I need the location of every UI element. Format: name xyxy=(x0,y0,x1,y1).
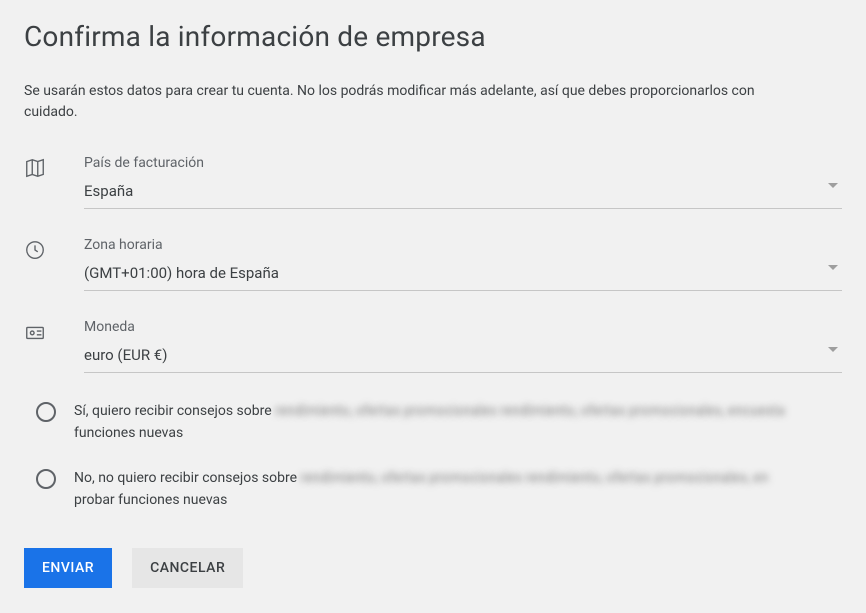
page-subtitle: Se usarán estos datos para crear tu cuen… xyxy=(24,81,804,123)
chevron-down-icon xyxy=(828,183,838,188)
radio-no[interactable]: No, no quiero recibir consejos sobre ren… xyxy=(36,468,842,511)
timezone-value: (GMT+01:00) hora de España xyxy=(84,264,279,282)
currency-label: Moneda xyxy=(84,319,842,335)
currency-icon xyxy=(24,319,84,343)
radio-icon xyxy=(36,469,56,489)
chevron-down-icon xyxy=(828,265,838,270)
chevron-down-icon xyxy=(828,347,838,352)
cancel-button[interactable]: Cancelar xyxy=(132,548,243,588)
country-select[interactable]: España xyxy=(84,181,842,209)
radio-no-label: No, no quiero recibir consejos sobre ren… xyxy=(74,468,842,511)
radio-yes[interactable]: Sí, quiero recibir consejos sobre rendim… xyxy=(36,401,842,444)
currency-value: euro (EUR €) xyxy=(84,346,167,364)
page-title: Confirma la información de empresa xyxy=(24,20,842,53)
timezone-label: Zona horaria xyxy=(84,237,842,253)
field-country: País de facturación España xyxy=(24,155,842,209)
radio-icon xyxy=(36,402,56,422)
country-value: España xyxy=(84,182,133,200)
field-timezone: Zona horaria (GMT+01:00) hora de España xyxy=(24,237,842,291)
currency-select[interactable]: euro (EUR €) xyxy=(84,345,842,373)
timezone-select[interactable]: (GMT+01:00) hora de España xyxy=(84,263,842,291)
button-row: Enviar Cancelar xyxy=(24,548,842,588)
clock-icon xyxy=(24,237,84,261)
submit-button[interactable]: Enviar xyxy=(24,548,112,588)
country-label: País de facturación xyxy=(84,155,842,171)
radio-yes-label: Sí, quiero recibir consejos sobre rendim… xyxy=(74,401,842,444)
field-currency: Moneda euro (EUR €) xyxy=(24,319,842,373)
consent-radio-group: Sí, quiero recibir consejos sobre rendim… xyxy=(24,401,842,512)
map-icon xyxy=(24,155,84,179)
